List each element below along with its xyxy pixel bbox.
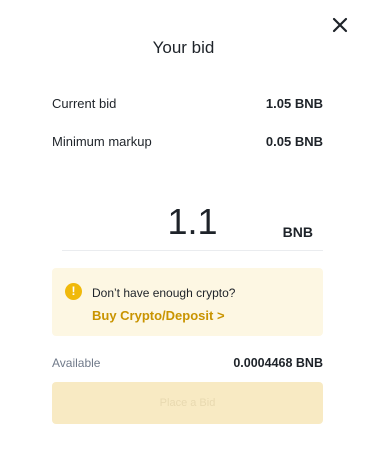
current-bid-row: Current bid 1.05 BNB <box>52 96 323 111</box>
close-button[interactable] <box>329 14 351 36</box>
current-bid-label: Current bid <box>52 96 117 111</box>
close-icon <box>332 17 348 33</box>
current-bid-value: 1.05 BNB <box>265 96 323 111</box>
buy-crypto-deposit-link[interactable]: Buy Crypto/Deposit > <box>92 308 225 323</box>
minimum-markup-label: Minimum markup <box>52 134 152 149</box>
minimum-markup-row: Minimum markup 0.05 BNB <box>52 134 323 149</box>
minimum-markup-value: 0.05 BNB <box>265 134 323 149</box>
insufficient-funds-notice: ! Don’t have enough crypto? Buy Crypto/D… <box>52 268 323 336</box>
warning-icon: ! <box>65 283 82 300</box>
dialog-title: Your bid <box>152 38 215 57</box>
available-balance-row: Available 0.0004468 BNB <box>52 356 323 370</box>
insufficient-funds-message: Don’t have enough crypto? <box>92 286 236 300</box>
bid-dialog: Your bid Current bid 1.05 BNB Minimum ma… <box>0 0 367 472</box>
place-bid-button[interactable]: Place a Bid <box>52 382 323 424</box>
bid-amount-field: BNB <box>62 200 323 251</box>
bid-currency-label: BNB <box>282 224 313 240</box>
available-label: Available <box>52 356 101 370</box>
available-value: 0.0004468 BNB <box>233 356 323 370</box>
